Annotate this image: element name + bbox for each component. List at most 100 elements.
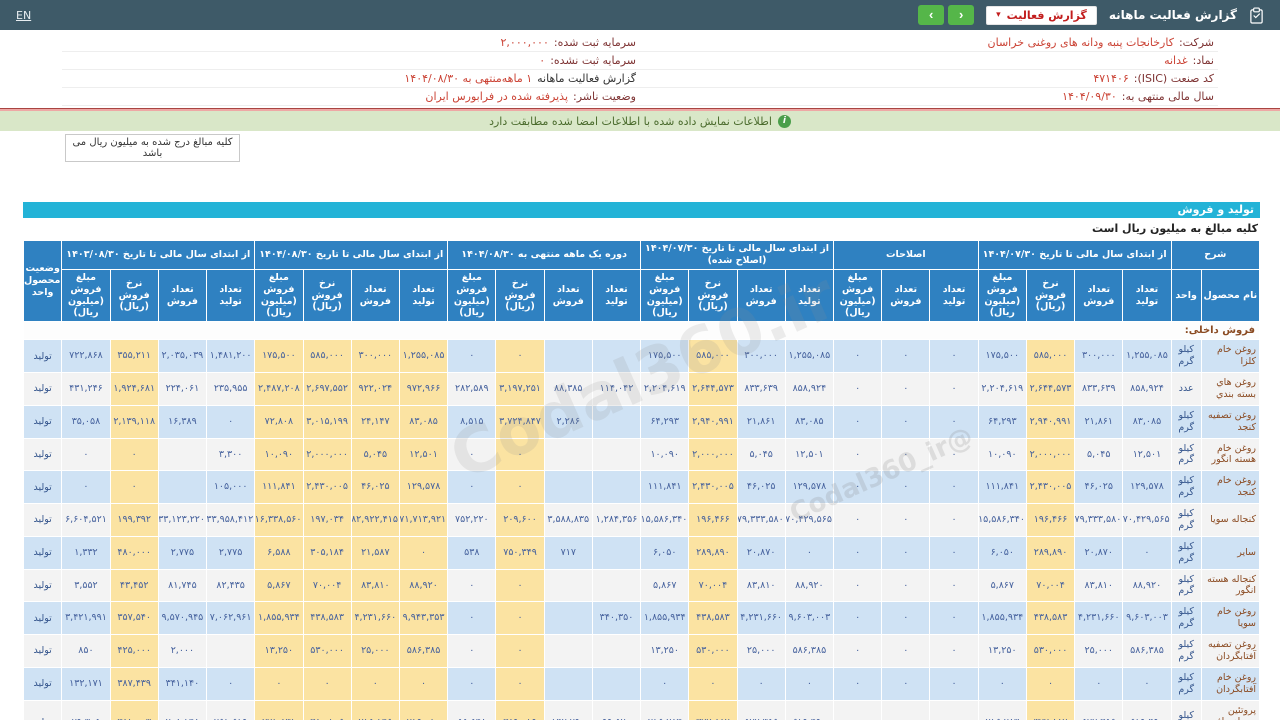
status-cell: تولید: [22, 339, 63, 373]
value-cell: ۲۵,۰۰۰: [736, 634, 786, 668]
value-cell: ۰: [832, 601, 883, 635]
value-cell: ۰: [832, 699, 883, 720]
value-cell: ۷۹,۳۳۳,۵۸۰: [736, 503, 786, 537]
value-cell: ۳,۴۲۱,۹۹۱: [61, 601, 111, 635]
value-cell: ۲,۰۰۰: [157, 634, 208, 668]
info-label: نماد:: [1192, 54, 1214, 67]
report-type-dropdown[interactable]: گزارش فعالیت ▾: [986, 5, 1097, 25]
info-cell-symbol: نماد: غدانه: [640, 53, 1218, 68]
value-cell: ۸۳,۸۱۰: [350, 568, 400, 603]
value-cell: [591, 437, 642, 472]
value-cell: ۰: [881, 666, 931, 701]
status-cell: تولید: [22, 634, 63, 668]
value-cell: ۳۵,۰۵۸: [61, 404, 111, 439]
info-row: نماد: غدانه سرمایه ثبت نشده: ۰: [62, 52, 1218, 70]
metric-header: نرخ فروش (ریال): [1025, 268, 1076, 323]
value-cell: ۰: [832, 372, 883, 406]
value-cell: ۰: [61, 437, 111, 472]
value-cell: ۷۹,۳۳۳,۵۸۰: [1074, 503, 1124, 537]
info-cell-registered-capital: سرمایه ثبت شده: ۲,۰۰۰,۰۰۰: [62, 35, 640, 50]
language-toggle-link[interactable]: EN: [16, 9, 31, 22]
value-cell: ۰: [447, 568, 497, 603]
value-cell: ۲۴,۱۴۷: [350, 404, 400, 439]
unit-cell: کیلو گرم: [1170, 666, 1202, 701]
value-cell: ۰: [447, 601, 497, 635]
value-cell: [157, 470, 208, 504]
value-cell: [543, 568, 593, 603]
next-report-button[interactable]: ‹: [948, 5, 975, 25]
value-cell: ۰: [881, 535, 931, 570]
metric-header: نرخ فروش (ریال): [302, 268, 352, 323]
value-cell: ۱۰,۰۹۰: [977, 437, 1027, 472]
value-cell: ۰: [495, 437, 545, 472]
value-cell: ۰: [398, 666, 449, 701]
value-cell: ۳۵۵,۲۱۱: [109, 339, 159, 373]
value-cell: ۷۲,۸۰۸: [254, 404, 304, 439]
value-cell: ۰: [784, 535, 835, 570]
value-cell: ۰: [254, 666, 304, 701]
prev-report-button[interactable]: ›: [918, 5, 945, 25]
value-cell: ۵,۸۶۷: [254, 568, 304, 603]
value-cell: ۲۲۴,۰۶۱: [157, 372, 208, 406]
value-cell: ۸۳,۰۸۵: [784, 404, 835, 439]
value-cell: ۰: [350, 666, 400, 701]
value-cell: ۰: [398, 535, 449, 570]
value-cell: ۱,۸۵۵,۹۳۴: [640, 601, 690, 635]
value-cell: ۴۳۱,۲۴۶: [61, 372, 111, 406]
value-cell: [543, 339, 593, 373]
table-row: روغن تصفیه کنجد کیلو گرم ۸۳,۰۸۵ ۲۱,۸۶۱ ۲,۹۴۰…: [22, 404, 1261, 439]
value-cell: ۱,۲۵۵,۰۸۵: [784, 339, 835, 373]
value-cell: ۵۸۶,۳۸۵: [784, 634, 835, 668]
value-cell: ۷۱,۷۱۳,۹۲۱: [398, 503, 449, 537]
value-cell: ۰: [929, 372, 979, 406]
value-cell: ۴,۲۳۱,۶۶۰: [350, 601, 400, 635]
value-cell: ۷۰,۰۰۴: [302, 568, 352, 603]
info-value: ۴۷۱۴۰۶: [1093, 72, 1129, 85]
value-cell: ۰: [688, 666, 738, 701]
value-cell: ۱۱۴,۰۴۲: [591, 372, 642, 406]
value-cell: ۲۱۶,۲۸۳: [640, 699, 690, 720]
value-cell: ۵۳۸: [447, 535, 497, 570]
info-cell-unregistered-capital: سرمایه ثبت نشده: ۰: [62, 53, 640, 68]
table-row: کنجاله سویا کیلو گرم ۷۰,۴۲۹,۵۶۵ ۷۹,۳۳۳,۵۸۰ ۱…: [22, 503, 1261, 537]
value-cell: ۷۵۲,۲۲۰: [447, 503, 497, 537]
metric-header: تعداد فروش: [881, 268, 931, 323]
status-cell: تولید: [22, 503, 63, 537]
value-cell: ۲,۲۰۴,۶۱۹: [977, 372, 1027, 406]
value-cell: ۵۳۰,۰۰۰: [1025, 634, 1076, 668]
value-cell: ۲,۴۳۰,۰۰۵: [302, 470, 352, 504]
metric-header: تعداد تولید: [206, 268, 256, 323]
value-cell: ۲۷۱,۸۳۱: [254, 699, 304, 720]
value-cell: ۶۱۹,۴۹۰: [784, 699, 835, 720]
section-subtitle: کلیه مبالغ به میلیون ریال است: [1091, 222, 1258, 235]
value-cell: ۱۲۹,۵۷۸: [398, 470, 449, 504]
value-cell: ۰: [447, 470, 497, 504]
value-cell: ۳,۳۰۰: [206, 437, 256, 472]
table-row: روغن خام کنجد کیلو گرم ۱۲۹,۵۷۸ ۴۶,۰۲۵ ۲,۴۳۰,…: [22, 470, 1261, 504]
unit-cell: کیلو گرم: [1170, 634, 1202, 668]
table-row: سایر کیلو گرم ۰ ۲۰,۸۷۰ ۲۸۹,۸۹۰ ۶,۰۵۰ ۰ ۰ ۰ ۰ ۲۰,۸۷…: [22, 535, 1261, 570]
value-cell: [543, 634, 593, 668]
chevron-down-icon: ▾: [996, 10, 1001, 20]
info-cell-company: شرکت: کارخانجات پنبه ودانه های روغنی خرا…: [640, 35, 1218, 50]
metric-header: مبلغ فروش (میلیون ریال): [254, 268, 304, 323]
product-name-cell: کنجاله سویا: [1200, 503, 1261, 537]
product-name-cell: پروتئین سویاي بافت دار: [1200, 699, 1261, 720]
table-row: روغن خام هسته انگور کیلو گرم ۱۲,۵۰۱ ۵,۰۴۵ ۲,…: [22, 437, 1261, 472]
value-cell: ۱۲,۵۰۱: [784, 437, 835, 472]
value-cell: ۰: [881, 470, 931, 504]
value-cell: ۷۰,۰۰۴: [688, 568, 738, 603]
info-value: ۱۴۰۴/۰۹/۳۰: [1062, 90, 1117, 103]
value-cell: ۳۵۷,۵۴۰: [109, 601, 159, 635]
product-name-cell: روغن هاي بسته بندي: [1200, 372, 1261, 406]
value-cell: ۱۲۹,۵۷۸: [784, 470, 835, 504]
table-row: کنجاله هسته انگور کیلو گرم ۸۸,۹۲۰ ۸۳,۸۱۰ ۷۰,…: [22, 568, 1261, 603]
category-row: فروش داخلی:: [23, 321, 1260, 341]
value-cell: ۰: [881, 372, 931, 406]
unit-cell: کیلو گرم: [1170, 339, 1202, 373]
value-cell: ۰: [881, 568, 931, 603]
value-cell: ۲۸۹,۸۹۰: [688, 535, 738, 570]
report-nav-buttons: ‹ ›: [918, 5, 975, 25]
value-cell: ۷۰,۰۰۴: [1025, 568, 1076, 603]
value-cell: ۰: [832, 339, 883, 373]
